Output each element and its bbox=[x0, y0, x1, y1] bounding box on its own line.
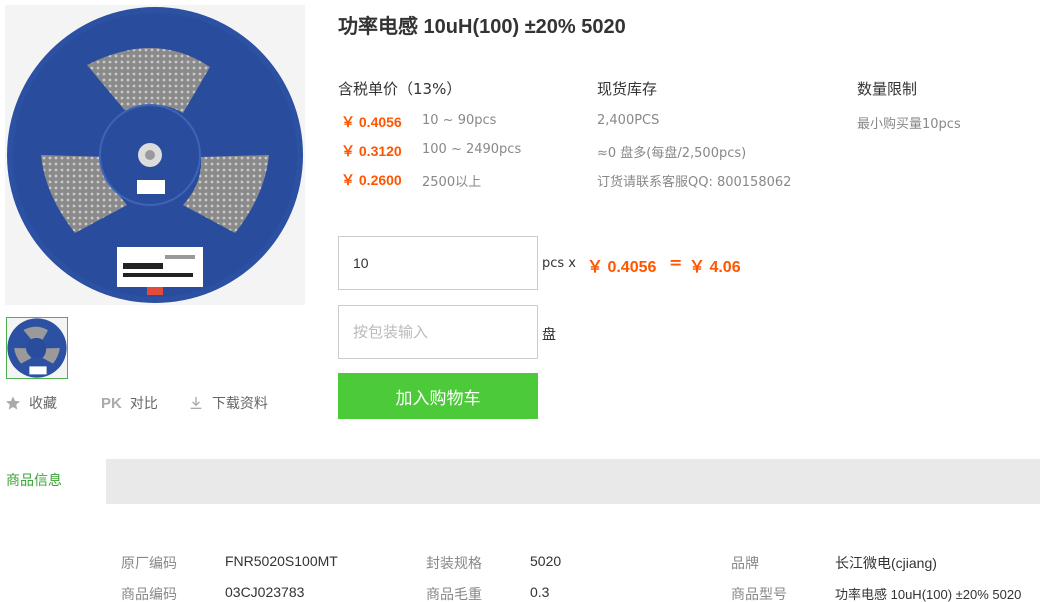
favorite-label: 收藏 bbox=[29, 396, 57, 412]
spec-value: 0.3 bbox=[530, 584, 550, 600]
tab-product-info[interactable]: 商品信息 bbox=[0, 459, 106, 504]
reel-image bbox=[5, 5, 305, 305]
download-label: 下载资料 bbox=[211, 396, 268, 412]
pcs-multiplier-label: pcs x bbox=[542, 256, 576, 271]
spec-value: 功率电感 10uH(100) ±20% 5020 bbox=[835, 587, 1022, 602]
tier-price: ￥ 0.3120 bbox=[341, 143, 402, 159]
product-title: 功率电感 10uH(100) ±20% 5020 bbox=[338, 16, 626, 38]
compare-label: 对比 bbox=[129, 396, 158, 412]
download-button[interactable]: 下载资料 bbox=[188, 393, 268, 413]
product-actions: 收藏 PK 对比 下载资料 bbox=[5, 393, 290, 413]
min-purchase: 最小购买量10pcs bbox=[857, 117, 961, 132]
limit-header: 数量限制 bbox=[857, 80, 918, 98]
download-icon bbox=[188, 395, 204, 411]
tier-price: ￥ 0.4056 bbox=[341, 114, 402, 130]
total-price: ￥ 4.06 bbox=[689, 259, 741, 276]
spec-label: 封装规格 bbox=[426, 556, 482, 572]
pricing-header: 含税单价（13%） bbox=[338, 80, 462, 98]
tier-range: 100 ~ 2490pcs bbox=[422, 142, 522, 157]
tier-range: 10 ~ 90pcs bbox=[422, 113, 497, 128]
spec-label: 商品毛重 bbox=[426, 587, 482, 602]
star-icon bbox=[5, 395, 21, 411]
stock-contact: 订货请联系客服QQ: 800158062 bbox=[597, 175, 792, 190]
stock-header: 现货库存 bbox=[597, 80, 658, 98]
reel-thumb-image bbox=[7, 318, 67, 378]
stock-quantity: 2,400PCS bbox=[597, 113, 660, 128]
reel-unit-label: 盘 bbox=[542, 327, 556, 343]
spec-value: FNR5020S100MT bbox=[225, 553, 338, 569]
add-to-cart-button[interactable]: 加入购物车 bbox=[338, 373, 538, 419]
stock-reels: ≈0 盘多(每盘/2,500pcs) bbox=[597, 146, 747, 161]
tier-range: 2500以上 bbox=[422, 175, 482, 190]
tab-bar: 商品信息 bbox=[0, 459, 1040, 504]
product-main-image[interactable] bbox=[5, 5, 305, 305]
unit-price: ￥ 0.4056 bbox=[587, 259, 657, 276]
pk-icon: PK bbox=[101, 394, 122, 412]
tier-price: ￥ 0.2600 bbox=[341, 172, 402, 188]
product-thumbnail[interactable] bbox=[6, 317, 68, 379]
reel-quantity-input[interactable] bbox=[338, 305, 538, 359]
spec-label: 商品型号 bbox=[731, 587, 787, 602]
equals-sign: = bbox=[669, 253, 683, 272]
spec-value: 5020 bbox=[530, 553, 562, 569]
spec-label: 品牌 bbox=[731, 556, 759, 572]
spec-label: 原厂编码 bbox=[121, 556, 177, 572]
spec-value: 03CJ023783 bbox=[225, 584, 305, 600]
spec-value: 长江微电(cjiang) bbox=[835, 555, 937, 571]
favorite-button[interactable]: 收藏 bbox=[5, 393, 57, 413]
spec-label: 商品编码 bbox=[121, 587, 177, 602]
quantity-input[interactable] bbox=[338, 236, 538, 290]
compare-button[interactable]: PK 对比 bbox=[101, 393, 158, 413]
